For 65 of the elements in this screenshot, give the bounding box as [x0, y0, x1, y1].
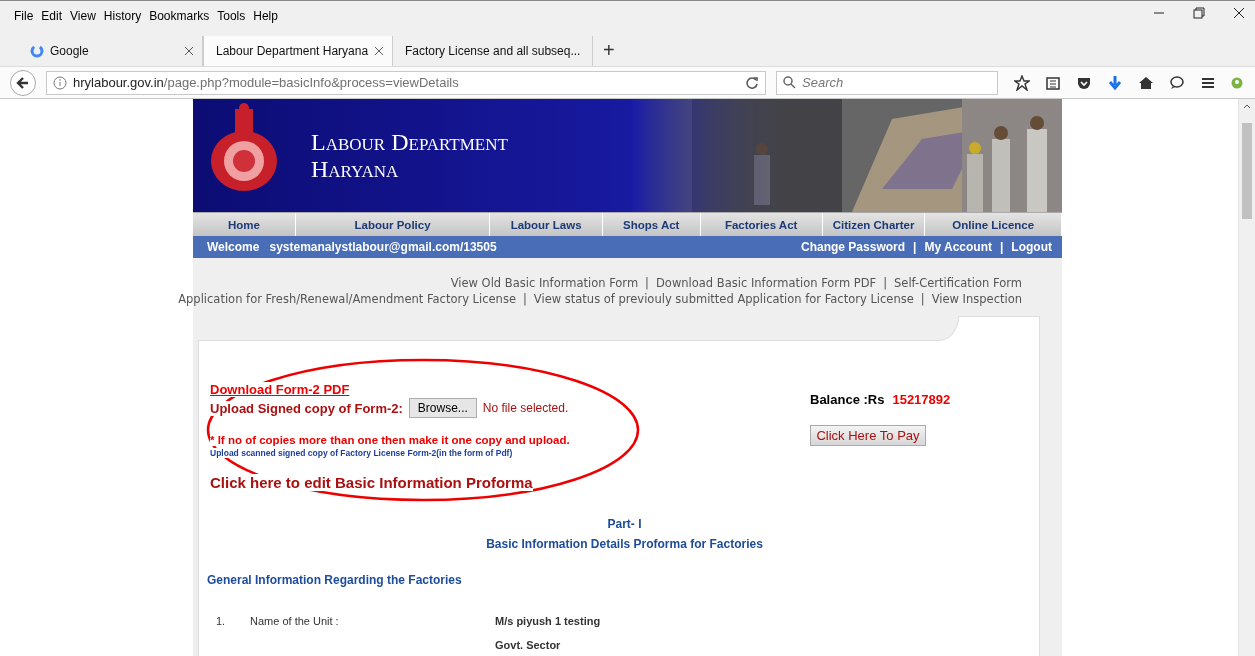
reading-list-icon[interactable]: [1045, 74, 1061, 91]
browser-tab[interactable]: Labour Department Haryana: [203, 36, 393, 66]
search-icon: [783, 76, 796, 89]
menu-item[interactable]: File: [10, 9, 38, 23]
link-separator: |: [913, 240, 917, 254]
link[interactable]: Download Basic Information Form PDF: [656, 276, 877, 290]
menu-item[interactable]: History: [99, 9, 146, 23]
upload-label: Upload Signed copy of Form-2:: [210, 400, 403, 416]
row-number: 1.: [215, 615, 227, 627]
scroll-up-icon[interactable]: [1243, 103, 1251, 109]
menu-item[interactable]: Help: [249, 9, 282, 23]
link-separator: |: [883, 276, 888, 290]
close-icon[interactable]: [374, 46, 384, 56]
browse-button[interactable]: Browse...: [408, 398, 477, 418]
chat-icon[interactable]: [1169, 74, 1185, 91]
menu-item[interactable]: Tools: [213, 9, 250, 23]
part-heading: Part- I: [606, 517, 643, 531]
link[interactable]: View status of previouly submitted Application for Factory License: [533, 292, 914, 306]
balance-value: 15217892: [892, 392, 951, 407]
back-icon[interactable]: [16, 75, 30, 90]
pay-button[interactable]: Click Here To Pay: [810, 425, 926, 446]
link[interactable]: Self-Certification Form: [894, 276, 1022, 290]
proforma-title: Basic Information Details Proforma for Factories: [485, 537, 764, 551]
link-separator: |: [645, 276, 649, 290]
menu-item[interactable]: Edit: [37, 9, 67, 23]
welcome-label: Welcome: [207, 240, 260, 254]
link-separator: |: [522, 292, 527, 306]
reload-icon[interactable]: [745, 75, 759, 90]
link-separator: |: [920, 292, 925, 306]
new-tab-button[interactable]: +: [593, 36, 625, 66]
file-status: No file selected.: [482, 401, 569, 415]
scrollbar-thumb[interactable]: [1242, 123, 1252, 219]
section-heading: General Information Regarding the Factories: [207, 573, 463, 587]
link[interactable]: Logout: [1011, 240, 1052, 254]
close-icon[interactable]: [184, 46, 194, 56]
site-title: Haryana: [311, 156, 400, 183]
link[interactable]: View Old Basic Information Form: [450, 276, 639, 290]
link[interactable]: View Inspection: [931, 292, 1022, 306]
restore-icon[interactable]: [1193, 7, 1205, 19]
field-label: Name of the Unit :: [250, 615, 340, 627]
star-icon[interactable]: [1014, 74, 1030, 91]
menu-item[interactable]: View: [66, 9, 100, 23]
user-id: systemanalystlabour@gmail.com/13505: [269, 240, 497, 254]
home-icon[interactable]: [1138, 74, 1154, 91]
search-field[interactable]: Search: [776, 70, 998, 95]
back-button[interactable]: [10, 69, 36, 96]
info-icon[interactable]: [53, 75, 67, 90]
close-icon[interactable]: [1233, 7, 1245, 19]
field-value: Govt. Sector: [495, 639, 562, 651]
upload-hint: Upload scanned signed copy of Factory License Form-2(in the form of Pdf): [210, 448, 513, 458]
download-link[interactable]: Download Form-2 PDF: [210, 382, 350, 397]
edit-link[interactable]: Click here to edit Basic Information Proforma: [210, 474, 533, 491]
address-bar[interactable]: hrylabour.gov.in/page.php?module=basicInfo&process=viewDetails: [46, 70, 766, 95]
menu-item[interactable]: Bookmarks: [145, 9, 214, 23]
link[interactable]: Application for Fresh/Renewal/Amendment Factory License: [178, 292, 516, 306]
site-title: Labour Department: [311, 129, 508, 156]
field-value: M/s piyush 1 testing: [495, 615, 602, 627]
scrollbar[interactable]: [1238, 99, 1255, 656]
link-separator: |: [1000, 240, 1004, 254]
balance-label: Balance :Rs: [810, 392, 885, 407]
download-icon[interactable]: [1107, 74, 1123, 91]
upload-note: * If no of copies more than one then make it one copy and upload.: [210, 434, 570, 446]
google-icon[interactable]: [30, 44, 44, 58]
link[interactable]: Change Password: [801, 240, 906, 254]
link[interactable]: My Account: [924, 240, 992, 254]
